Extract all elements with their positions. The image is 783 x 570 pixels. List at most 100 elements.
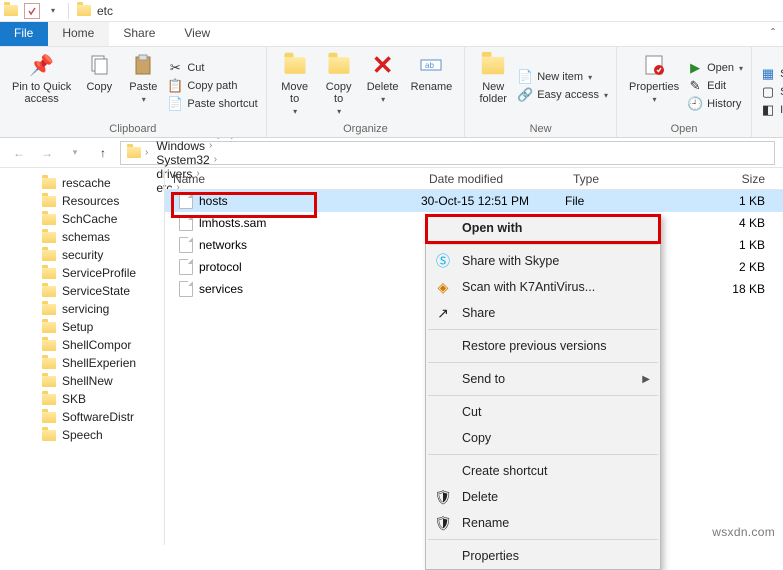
ctx-k7[interactable]: ◈Scan with K7AntiVirus... (426, 274, 660, 300)
new-item-button[interactable]: 📄New item▾ (517, 69, 608, 85)
up-button[interactable]: ↑ (92, 142, 114, 164)
invert-selection-button[interactable]: ◧Invert (760, 102, 783, 118)
ctx-delete[interactable]: 🛡Delete (426, 484, 660, 510)
tree-item[interactable]: ShellExperien (0, 354, 164, 372)
tree-item[interactable]: SKB (0, 390, 164, 408)
ctx-cut[interactable]: Cut (426, 399, 660, 425)
folder-icon (42, 268, 56, 279)
tree-item[interactable]: SoftwareDistr (0, 408, 164, 426)
rename-button[interactable]: abRename (407, 49, 457, 123)
group-label: Organize (343, 123, 388, 137)
column-headers[interactable]: Name Date modified Type Size (165, 168, 783, 190)
select-none-icon: ▢ (760, 84, 776, 100)
copy-button[interactable]: Copy (79, 49, 119, 123)
copy-path-button[interactable]: 📋Copy path (167, 78, 257, 94)
table-row[interactable]: hosts30-Oct-15 12:51 PMFile1 KB (165, 190, 783, 212)
qat-props-icon[interactable] (24, 3, 40, 19)
tree-item[interactable]: ShellNew (0, 372, 164, 390)
easy-access-button[interactable]: 🔗Easy access▾ (517, 87, 608, 103)
crumb[interactable]: Windows› (152, 139, 246, 153)
tree-item[interactable]: ServiceState (0, 282, 164, 300)
properties-button[interactable]: Properties▾ (625, 49, 683, 123)
window-title: etc (97, 4, 113, 18)
recent-button[interactable]: ▾ (64, 142, 86, 164)
shield-icon: ◈ (434, 279, 452, 296)
new-folder-button[interactable]: New folder (473, 49, 513, 123)
open-icon: ▶ (687, 60, 703, 76)
ctx-copy[interactable]: Copy (426, 425, 660, 451)
ctx-skype[interactable]: ⓈShare with Skype (426, 248, 660, 274)
forward-button[interactable]: → (36, 142, 58, 164)
folder-icon (42, 376, 56, 387)
folder-icon (75, 2, 93, 20)
shield-delete-icon: 🛡 (434, 489, 452, 506)
ctx-shortcut[interactable]: Create shortcut (426, 458, 660, 484)
tab-home[interactable]: Home (48, 22, 109, 46)
address-bar: ← → ▾ ↑ › This PC›Local Disk (C:)›Window… (0, 138, 783, 168)
select-none-button[interactable]: ▢Select (760, 84, 783, 100)
paste-shortcut-button[interactable]: 📄Paste shortcut (167, 96, 257, 112)
copy-to-button[interactable]: Copy to▾ (319, 49, 359, 123)
tab-file[interactable]: File (0, 22, 48, 46)
history-button[interactable]: 🕘History (687, 96, 743, 112)
tree-item[interactable]: security (0, 246, 164, 264)
tree-item[interactable]: ServiceProfile (0, 264, 164, 282)
delete-button[interactable]: ✕Delete▾ (363, 49, 403, 123)
chevron-right-icon: ▶ (642, 374, 650, 385)
ctx-send-to[interactable]: Send to▶ (426, 366, 660, 392)
back-button[interactable]: ← (8, 142, 30, 164)
tab-view[interactable]: View (170, 22, 225, 46)
scissors-icon: ✂ (167, 60, 183, 76)
path-icon: 📋 (167, 78, 183, 94)
tree-item[interactable]: ShellCompor (0, 336, 164, 354)
tree-item[interactable]: Speech (0, 426, 164, 444)
group-label: New (530, 123, 552, 137)
folder-icon (42, 340, 56, 351)
paste-icon (129, 51, 157, 79)
ctx-share[interactable]: ↗Share (426, 300, 660, 326)
copy-to-icon (325, 51, 353, 79)
col-name[interactable]: Name (165, 172, 421, 186)
cut-button[interactable]: ✂Cut (167, 60, 257, 76)
group-label: Open (671, 123, 698, 137)
tree-item[interactable]: rescache (0, 174, 164, 192)
ribbon-collapse-icon[interactable]: ˆ (763, 22, 783, 46)
pc-icon (127, 147, 141, 158)
edit-button[interactable]: ✎Edit (687, 78, 743, 94)
paste-button[interactable]: Paste▾ (123, 49, 163, 123)
col-type[interactable]: Type (565, 172, 681, 186)
tree-item[interactable]: SchCache (0, 210, 164, 228)
tab-share[interactable]: Share (109, 22, 170, 46)
open-button[interactable]: ▶Open▾ (687, 60, 743, 76)
ctx-restore[interactable]: Restore previous versions (426, 333, 660, 359)
ctx-rename[interactable]: 🛡Rename (426, 510, 660, 536)
tree-item[interactable]: servicing (0, 300, 164, 318)
nav-tree[interactable]: rescacheResourcesSchCacheschemassecurity… (0, 168, 165, 545)
new-item-icon: 📄 (517, 69, 533, 85)
crumb[interactable]: System32› (152, 153, 246, 167)
svg-text:ab: ab (425, 61, 434, 70)
move-to-button[interactable]: Move to▾ (275, 49, 315, 123)
ctx-open-with[interactable]: Open with (426, 215, 660, 241)
copy-icon (85, 51, 113, 79)
tree-item[interactable]: Setup (0, 318, 164, 336)
move-icon (281, 51, 309, 79)
pin-icon: 📌 (28, 51, 56, 79)
tree-item[interactable]: Resources (0, 192, 164, 210)
select-all-button[interactable]: ▦Select (760, 66, 783, 82)
context-menu: Open with ⓈShare with Skype ◈Scan with K… (425, 214, 661, 570)
folder-icon (42, 412, 56, 423)
col-date[interactable]: Date modified (421, 172, 565, 186)
qat-dropdown-icon[interactable]: ▾ (44, 2, 62, 20)
easy-access-icon: 🔗 (517, 87, 533, 103)
folder-icon (42, 304, 56, 315)
col-size[interactable]: Size (681, 172, 783, 186)
ctx-properties[interactable]: Properties (426, 543, 660, 569)
breadcrumb[interactable]: › This PC›Local Disk (C:)›Windows›System… (120, 141, 775, 165)
pin-quick-access-button[interactable]: 📌Pin to Quick access (8, 49, 75, 123)
qat-folder-icon (2, 2, 20, 20)
folder-icon (42, 232, 56, 243)
skype-icon: Ⓢ (434, 251, 452, 271)
share-icon: ↗ (434, 305, 452, 322)
tree-item[interactable]: schemas (0, 228, 164, 246)
